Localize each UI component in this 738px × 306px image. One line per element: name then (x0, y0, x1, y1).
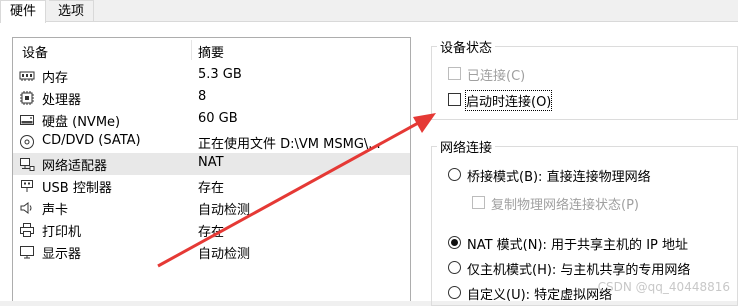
annotation-arrow (157, 113, 436, 268)
watermark: CSDN @qq_40448816 (597, 280, 730, 294)
tab-hardware[interactable]: 硬件 (0, 0, 47, 23)
